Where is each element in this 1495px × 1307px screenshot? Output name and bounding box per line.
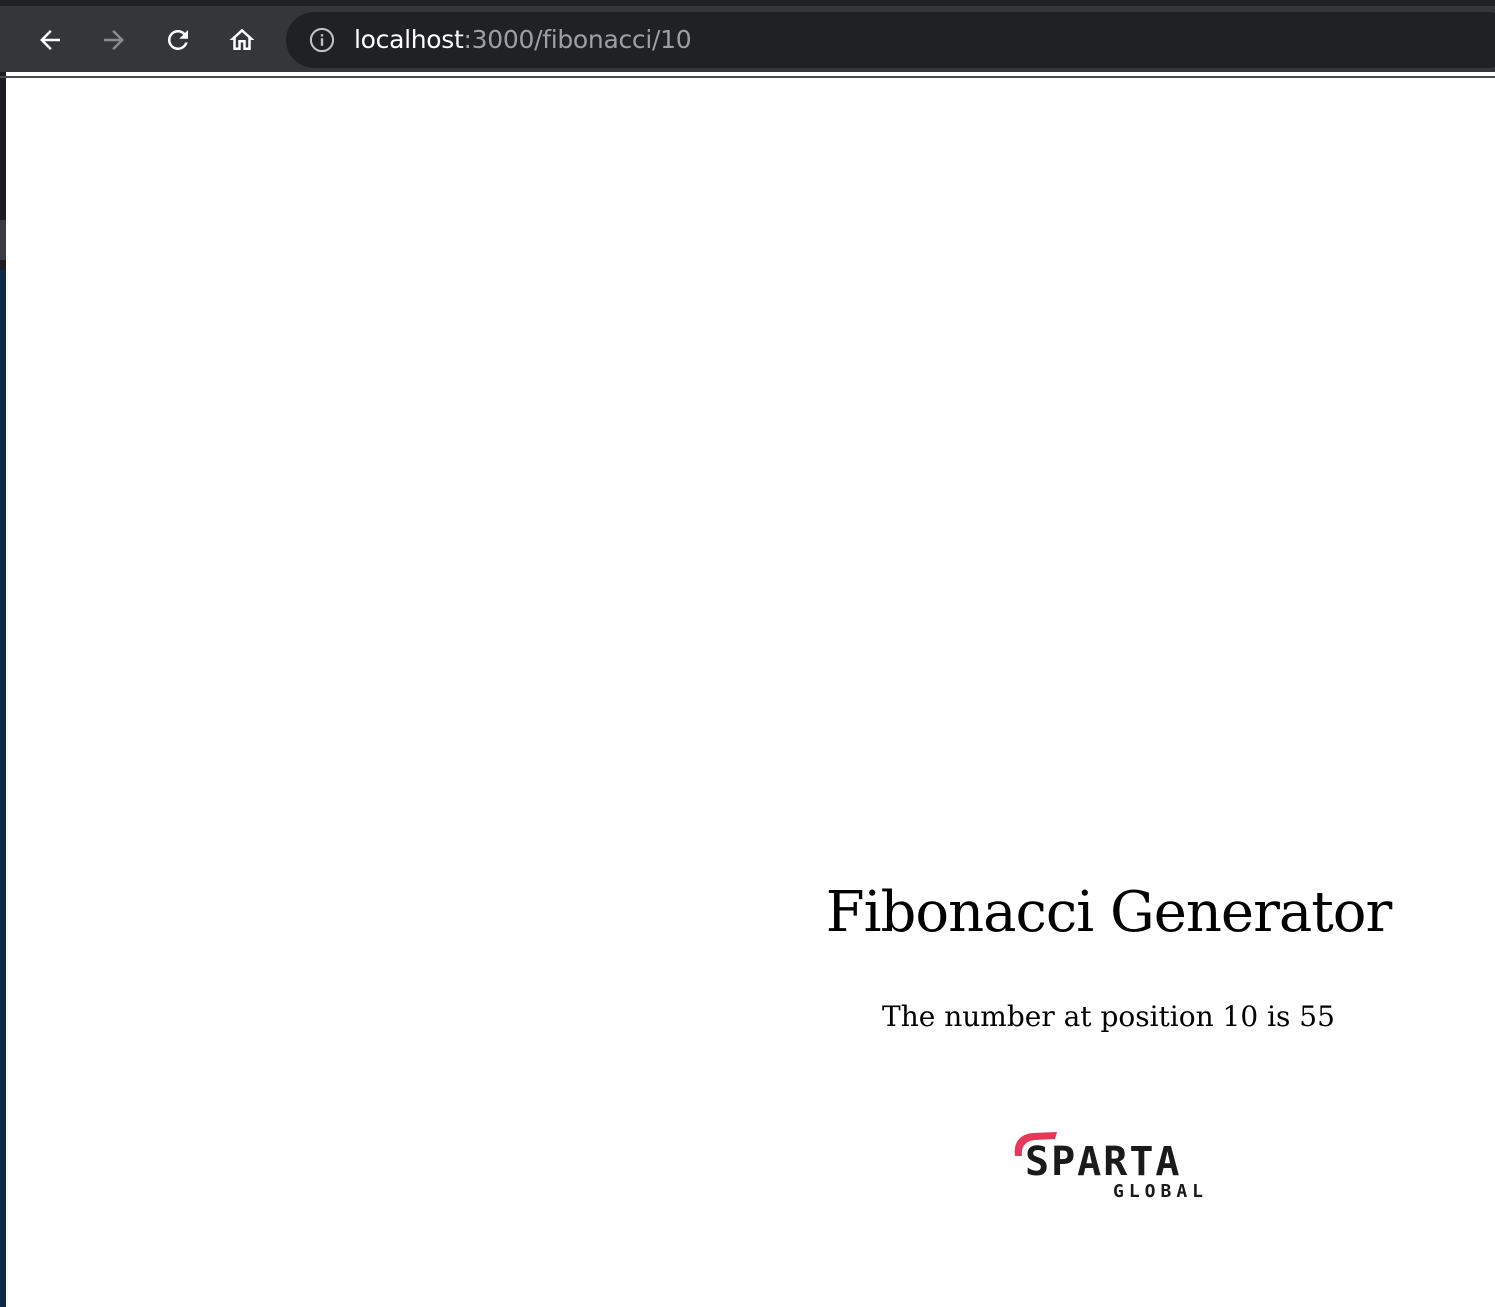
url-host: localhost bbox=[354, 25, 464, 54]
background-window-strip bbox=[0, 72, 6, 1307]
browser-window: localhost:3000/fibonacci/10 Fibonacci Ge… bbox=[0, 0, 1495, 1307]
forward-button[interactable] bbox=[92, 18, 136, 62]
fibonacci-result: The number at position 10 is 55 bbox=[882, 1000, 1335, 1033]
url-path: :3000/fibonacci/10 bbox=[463, 25, 692, 54]
browser-toolbar: localhost:3000/fibonacci/10 bbox=[0, 0, 1495, 78]
back-button[interactable] bbox=[28, 18, 72, 62]
reload-icon bbox=[167, 29, 188, 50]
reload-button[interactable] bbox=[156, 18, 200, 62]
home-button[interactable] bbox=[220, 18, 264, 62]
page-title: Fibonacci Generator bbox=[825, 880, 1392, 945]
arrow-left-icon bbox=[40, 30, 60, 50]
background-window-segment bbox=[0, 220, 6, 260]
arrow-right-icon bbox=[104, 30, 124, 50]
sparta-global-logo: SPARTA GLOBAL bbox=[1007, 1126, 1217, 1206]
page-content: Fibonacci Generator The number at positi… bbox=[722, 72, 1495, 1307]
logo-sub-text: GLOBAL bbox=[1113, 1181, 1209, 1202]
info-icon[interactable] bbox=[308, 26, 336, 54]
url-text[interactable]: localhost:3000/fibonacci/10 bbox=[354, 24, 692, 56]
home-icon bbox=[229, 28, 255, 50]
address-bar[interactable]: localhost:3000/fibonacci/10 bbox=[286, 12, 1495, 68]
logo-main-text: SPARTA bbox=[1025, 1139, 1182, 1185]
background-window-segment bbox=[0, 270, 6, 1307]
